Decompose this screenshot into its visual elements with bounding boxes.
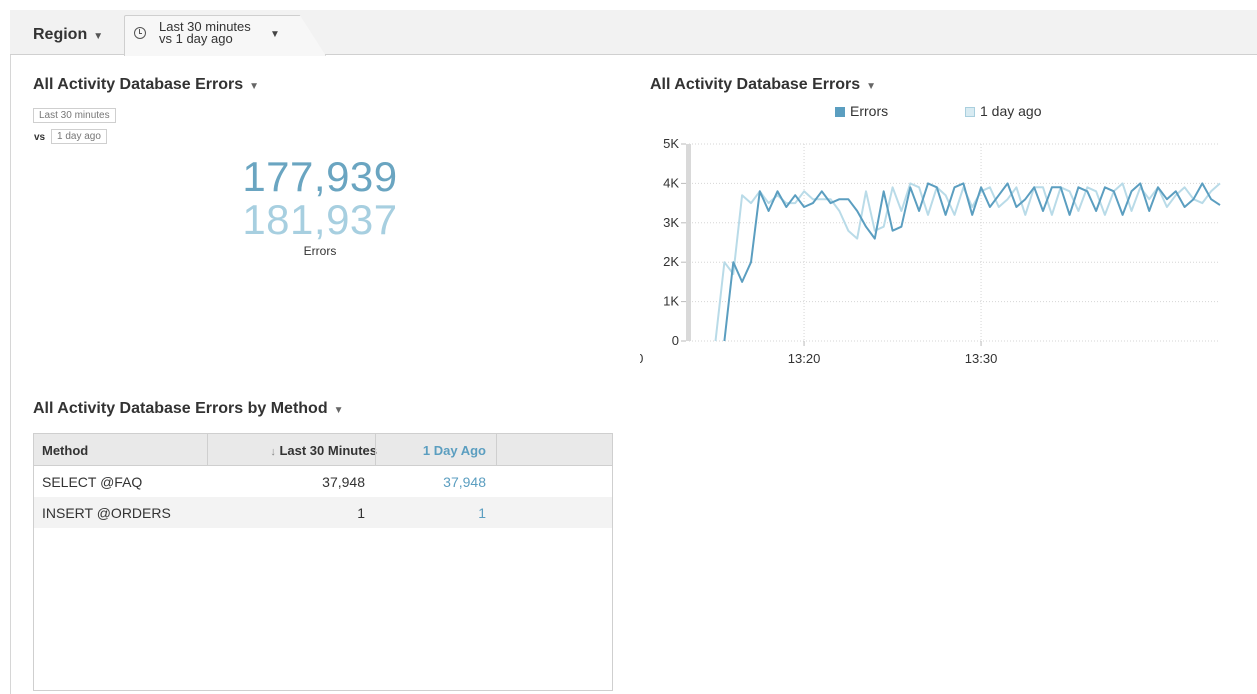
table-header: Method ↓ Last 30 Minutes 1 Day Ago bbox=[34, 434, 612, 466]
summary-panel-title[interactable]: All Activity Database Errors ▼ bbox=[33, 76, 259, 94]
x-tick-label: 13:20 bbox=[788, 351, 821, 366]
compare-value: 181,937 bbox=[242, 196, 398, 243]
chart-title-text: All Activity Database Errors bbox=[650, 76, 861, 93]
caret-down-icon: ▼ bbox=[866, 81, 877, 92]
x-tick-label: 13:10 bbox=[640, 351, 643, 366]
caret-down-icon: ▼ bbox=[333, 405, 344, 416]
summary-title-text: All Activity Database Errors bbox=[33, 76, 244, 93]
legend-label-errors: Errors bbox=[850, 103, 889, 119]
x-tick-label: 13:30 bbox=[965, 351, 998, 366]
time-range-line2: vs 1 day ago bbox=[159, 31, 233, 46]
column-header-last-30-minutes[interactable]: ↓ Last 30 Minutes bbox=[247, 443, 377, 458]
value-label: Errors bbox=[303, 244, 337, 258]
cell-day-ago: 1 bbox=[478, 505, 486, 521]
caret-down-icon: ▼ bbox=[249, 81, 260, 92]
caret-down-icon: ▼ bbox=[93, 31, 104, 42]
compare-period-chip: 1 day ago bbox=[51, 129, 107, 144]
column-header-1-day-ago[interactable]: 1 Day Ago bbox=[386, 443, 486, 458]
y-axis-band bbox=[686, 144, 691, 341]
y-tick-label: 3K bbox=[663, 215, 679, 230]
clock-icon bbox=[134, 27, 146, 39]
current-value: 177,939 bbox=[242, 153, 398, 200]
legend-label-1-day-ago: 1 day ago bbox=[980, 103, 1042, 119]
cell-last-30: 1 bbox=[357, 505, 365, 521]
time-range-label[interactable]: Last 30 minutes vs 1 day ago bbox=[159, 20, 251, 46]
method-table: Method ↓ Last 30 Minutes 1 Day Ago SELEC… bbox=[33, 433, 613, 691]
legend-swatch-errors bbox=[835, 107, 845, 117]
chart-panel-title[interactable]: All Activity Database Errors ▼ bbox=[650, 76, 876, 94]
left-border bbox=[10, 10, 11, 694]
current-period-chip: Last 30 minutes bbox=[33, 108, 116, 123]
region-dropdown[interactable]: Region ▼ bbox=[33, 26, 103, 44]
cell-method: SELECT @FAQ bbox=[42, 474, 143, 490]
column-divider bbox=[496, 434, 497, 465]
errors-line-chart: 0 1K 2K 3K 4K 5K 13:10 13:20 13:30 bbox=[640, 136, 1221, 366]
y-tick-label: 2K bbox=[663, 254, 679, 269]
y-tick-label: 4K bbox=[663, 175, 679, 190]
legend-item-1-day-ago[interactable]: 1 day ago bbox=[965, 103, 1042, 119]
legend-item-errors[interactable]: Errors bbox=[835, 103, 888, 119]
region-label: Region bbox=[33, 26, 88, 43]
table-row[interactable]: SELECT @FAQ 37,948 37,948 bbox=[34, 466, 612, 497]
column-divider bbox=[375, 434, 376, 465]
y-tick-label: 5K bbox=[663, 136, 679, 151]
table-panel-title[interactable]: All Activity Database Errors by Method ▼ bbox=[33, 400, 344, 418]
column-divider bbox=[207, 434, 208, 465]
column-header-method[interactable]: Method bbox=[42, 443, 88, 458]
y-tick-label: 0 bbox=[672, 333, 679, 348]
sort-arrow-icon: ↓ bbox=[270, 446, 276, 458]
y-tick-label: 1K bbox=[663, 294, 679, 309]
cell-last-30: 37,948 bbox=[322, 474, 365, 490]
legend-swatch-1-day-ago bbox=[965, 107, 975, 117]
table-title-text: All Activity Database Errors by Method bbox=[33, 400, 328, 417]
vs-label: vs bbox=[34, 132, 46, 143]
caret-down-icon[interactable]: ▼ bbox=[270, 29, 280, 40]
column-header-last-30-label: Last 30 Minutes bbox=[279, 443, 377, 458]
cell-method: INSERT @ORDERS bbox=[42, 505, 171, 521]
cell-day-ago: 37,948 bbox=[443, 474, 486, 490]
table-row[interactable]: INSERT @ORDERS 1 1 bbox=[34, 497, 612, 528]
